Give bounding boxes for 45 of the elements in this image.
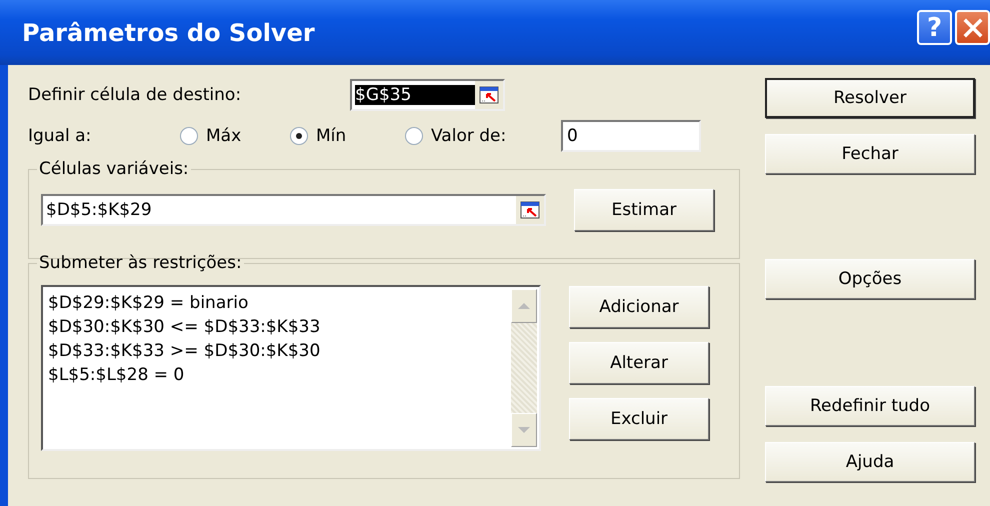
equal-to-label: Igual a: xyxy=(28,126,92,146)
radio-label: Valor de: xyxy=(431,126,506,146)
constraint-item[interactable]: $D$29:$K$29 = binario xyxy=(48,291,504,315)
radio-button[interactable] xyxy=(405,127,423,145)
radio-option[interactable]: Valor de: xyxy=(405,126,561,146)
collapse-dialog-icon xyxy=(520,201,540,219)
scroll-down-button[interactable] xyxy=(511,413,537,447)
collapse-dialog-icon xyxy=(479,86,499,104)
dialog-button[interactable]: Ajuda xyxy=(765,442,975,482)
dialog-button[interactable]: Resolver xyxy=(765,78,975,118)
radio-button[interactable] xyxy=(290,127,308,145)
constraint-item[interactable]: $L$5:$L$28 = 0 xyxy=(48,363,504,387)
radio-option[interactable]: Máx xyxy=(180,126,290,146)
radio-option[interactable]: Mín xyxy=(290,126,405,146)
close-button[interactable] xyxy=(955,10,990,45)
target-cell-value: $G$35 xyxy=(355,85,475,105)
radio-button[interactable] xyxy=(180,127,198,145)
constraints-legend: Submeter às restrições: xyxy=(37,253,244,273)
constraint-item[interactable]: $D$30:$K$30 <= $D$33:$K$33 xyxy=(48,315,504,339)
target-cell-label: Definir célula de destino: xyxy=(28,85,242,105)
dialog-button[interactable]: Opções xyxy=(765,259,975,299)
close-icon xyxy=(962,16,984,38)
dialog-button[interactable]: Fechar xyxy=(765,134,975,174)
value-field[interactable]: 0 xyxy=(561,120,701,152)
variable-cells-legend: Células variáveis: xyxy=(37,159,191,179)
radio-label: Máx xyxy=(206,126,242,146)
help-button[interactable]: ? xyxy=(917,10,952,45)
up-arrow-icon xyxy=(517,302,531,310)
collapse-dialog-button[interactable] xyxy=(475,81,503,109)
variable-cells-field[interactable]: $D$5:$K$29 xyxy=(41,194,546,226)
radio-label: Mín xyxy=(316,126,346,146)
window-title: Parâmetros do Solver xyxy=(22,18,315,46)
constraint-button[interactable]: Adicionar xyxy=(569,286,709,328)
constraint-button[interactable]: Excluir xyxy=(569,398,709,440)
constraint-button[interactable]: Alterar xyxy=(569,342,709,384)
scroll-up-button[interactable] xyxy=(511,289,537,323)
collapse-dialog-button[interactable] xyxy=(516,196,544,224)
dialog-button[interactable]: Redefinir tudo xyxy=(765,386,975,426)
scrollbar[interactable] xyxy=(509,287,539,449)
target-cell-field[interactable]: $G$35 xyxy=(350,79,505,111)
down-arrow-icon xyxy=(517,426,531,434)
variable-cells-value: $D$5:$K$29 xyxy=(46,200,152,220)
constraints-list[interactable]: $D$29:$K$29 = binario $D$30:$K$30 <= $D$33:$K$33 $D$33:$K$33 >= $D$30:$K$30 $L$5:$L$28 = 0 xyxy=(41,285,541,451)
guess-button[interactable]: Estimar xyxy=(574,189,714,231)
constraint-item[interactable]: $D$33:$K$33 >= $D$30:$K$30 xyxy=(48,339,504,363)
